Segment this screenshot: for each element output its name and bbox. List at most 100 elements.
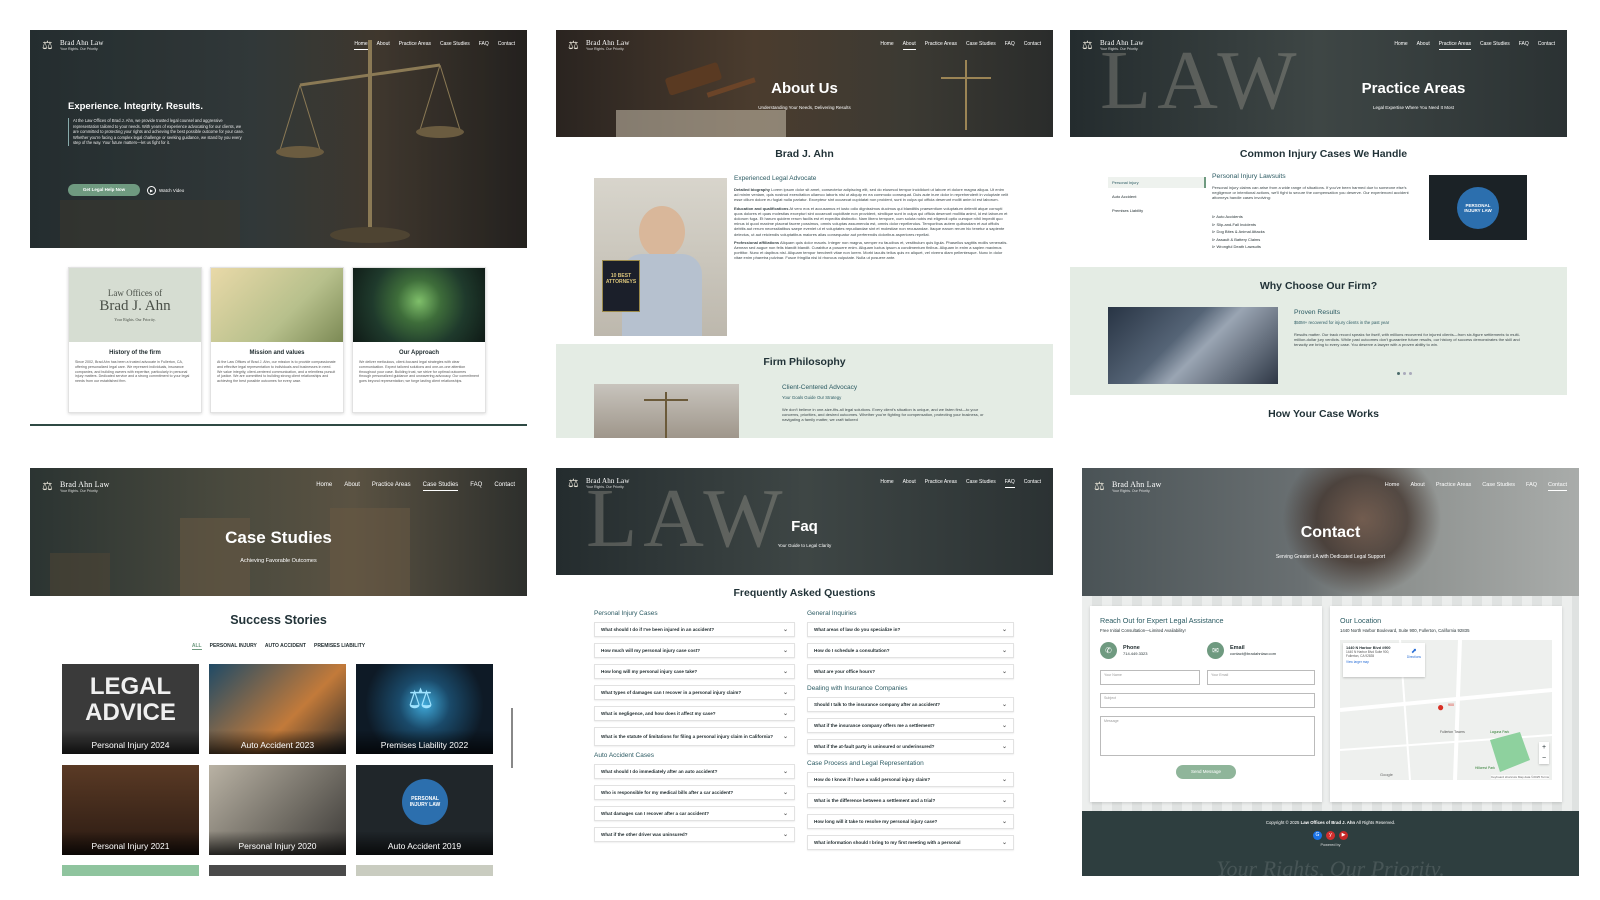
nav-about[interactable]: About <box>344 482 360 491</box>
location-map[interactable]: 1440 N Harbor Blvd #900 1440 N Harbor Bl… <box>1340 640 1552 780</box>
watch-video-button[interactable]: ▶ Watch Video <box>147 184 184 196</box>
case-tile-partial[interactable] <box>356 865 493 876</box>
faq-item[interactable]: What is the difference between a settlem… <box>807 793 1014 808</box>
get-legal-help-button[interactable]: Get Legal Help Now <box>68 184 140 196</box>
nav-case-studies[interactable]: Case Studies <box>422 482 459 491</box>
filter-personal-injury[interactable]: PERSONAL INJURY <box>210 643 257 650</box>
case-tile[interactable]: Personal Injury 2021 <box>62 765 199 855</box>
google-icon[interactable]: G <box>1313 831 1322 840</box>
filter-auto-accident[interactable]: AUTO ACCIDENT <box>265 643 306 650</box>
case-tile-partial[interactable] <box>62 865 199 876</box>
nav-case-studies[interactable]: Case Studies <box>1480 41 1510 50</box>
brand-logo[interactable]: ⚖ Brad Ahn Law Your Rights. Our Priority. <box>568 476 630 490</box>
faq-item[interactable]: Should I talk to the insurance company a… <box>807 697 1014 712</box>
brand-logo[interactable]: ⚖ Brad Ahn Law Your Rights. Our Priority. <box>1082 38 1144 52</box>
name-field[interactable]: Your Name <box>1100 670 1200 685</box>
nav-home[interactable]: Home <box>1385 482 1400 491</box>
map-pin-icon[interactable]: ● <box>1437 700 1444 714</box>
nav-about[interactable]: About <box>377 41 390 50</box>
nav-contact[interactable]: Contact <box>1024 41 1041 50</box>
case-tile[interactable]: Personal Injury 2020 <box>209 765 346 855</box>
nav-faq[interactable]: FAQ <box>1526 482 1537 491</box>
case-tile[interactable]: PERSONAL INJURY LAW Auto Accident 2019 <box>356 765 493 855</box>
subject-field[interactable]: Subject <box>1100 693 1315 708</box>
nav-practice-areas[interactable]: Practice Areas <box>1438 41 1471 50</box>
nav-practice-areas[interactable]: Practice Areas <box>925 41 957 50</box>
brand-logo[interactable]: ⚖ Brad Ahn Law Your Rights. Our Priority. <box>42 38 104 52</box>
chevron-down-icon: ⌄ <box>782 627 788 633</box>
nav-faq[interactable]: FAQ <box>1519 41 1529 50</box>
tab-auto-accident[interactable]: Auto Accident <box>1108 188 1206 205</box>
view-larger-map-link[interactable]: View larger map <box>1346 660 1422 664</box>
nav-faq[interactable]: FAQ <box>470 482 482 491</box>
zoom-in-icon[interactable]: + <box>1539 742 1549 753</box>
email-block[interactable]: ✉ Email contact@bradahnlaw.com <box>1207 642 1276 659</box>
nav-contact[interactable]: Contact <box>1024 479 1041 488</box>
phone-block[interactable]: ✆ Phone 714.449.3323 <box>1100 642 1147 659</box>
directions-link[interactable]: ⬈ Directions <box>1407 647 1421 659</box>
nav-case-studies[interactable]: Case Studies <box>1482 482 1515 491</box>
faq-item[interactable]: What information should I bring to my fi… <box>807 835 1014 850</box>
brand-logo[interactable]: ⚖ Brad Ahn Law Your Rights. Our Priority. <box>42 479 110 493</box>
youtube-icon[interactable]: ▶ <box>1339 831 1348 840</box>
scrollbar[interactable] <box>511 708 513 768</box>
nav-faq[interactable]: FAQ <box>1004 479 1015 488</box>
nav-about[interactable]: About <box>1417 41 1430 50</box>
nav-case-studies[interactable]: Case Studies <box>966 479 996 488</box>
nav-home[interactable]: Home <box>316 482 332 491</box>
message-field[interactable]: Message <box>1100 716 1315 756</box>
brand-logo[interactable]: ⚖ Brad Ahn Law Your Rights. Our Priority. <box>1094 479 1162 493</box>
nav-case-studies[interactable]: Case Studies <box>966 41 996 50</box>
nav-contact[interactable]: Contact <box>494 482 515 491</box>
faq-item[interactable]: What is the statute of limitations for f… <box>594 727 795 746</box>
carousel-dots[interactable] <box>1397 372 1412 375</box>
faq-item[interactable]: How long will my personal injury case ta… <box>594 664 795 679</box>
nav-contact[interactable]: Contact <box>1548 482 1567 491</box>
zoom-out-icon[interactable]: − <box>1539 753 1549 764</box>
case-tile[interactable]: ⚖ Premises Liability 2022 <box>356 664 493 754</box>
nav-contact[interactable]: Contact <box>498 41 515 50</box>
faq-item[interactable]: How much will my personal injury case co… <box>594 643 795 658</box>
nav-about[interactable]: About <box>902 41 916 50</box>
map-zoom-controls[interactable]: + − <box>1539 742 1549 764</box>
tab-premises-liability[interactable]: Premises Liability <box>1108 205 1206 216</box>
faq-item[interactable]: How do I schedule a consultation? ⌄ <box>807 643 1014 658</box>
send-message-button[interactable]: Send Message <box>1176 765 1236 779</box>
case-tile-partial[interactable] <box>209 865 346 876</box>
faq-item[interactable]: What is negligence, and how does it affe… <box>594 706 795 721</box>
brand-logo[interactable]: ⚖ Brad Ahn Law Your Rights. Our Priority. <box>568 38 630 52</box>
nav-home[interactable]: Home <box>1394 41 1407 50</box>
nav-about[interactable]: About <box>903 479 916 488</box>
nav-faq[interactable]: FAQ <box>1005 41 1015 50</box>
nav-about[interactable]: About <box>1410 482 1424 491</box>
nav-contact[interactable]: Contact <box>1538 41 1555 50</box>
nav-faq[interactable]: FAQ <box>479 41 489 50</box>
nav-practice-areas[interactable]: Practice Areas <box>399 41 431 50</box>
faq-item[interactable]: How long will it take to resolve my pers… <box>807 814 1014 829</box>
filter-all[interactable]: ALL <box>191 643 202 650</box>
nav-home[interactable]: Home <box>880 479 893 488</box>
faq-item[interactable]: What are your office hours? ⌄ <box>807 664 1014 679</box>
faq-item[interactable]: What damages can I recover after a car a… <box>594 806 795 821</box>
nav-practice-areas[interactable]: Practice Areas <box>372 482 411 491</box>
email-field[interactable]: Your Email <box>1207 670 1315 685</box>
case-tile[interactable]: Auto Accident 2023 <box>209 664 346 754</box>
case-tile[interactable]: LEGAL ADVICE Personal Injury 2024 <box>62 664 199 754</box>
filter-premises-liability[interactable]: PREMISES LIABILITY <box>314 643 365 650</box>
faq-item[interactable]: What if the at-fault party is uninsured … <box>807 739 1014 754</box>
tab-personal-injury[interactable]: Personal Injury <box>1108 177 1206 188</box>
nav-case-studies[interactable]: Case Studies <box>440 41 470 50</box>
nav-practice-areas[interactable]: Practice Areas <box>925 479 957 488</box>
faq-item[interactable]: What should I do if I've been injured in… <box>594 622 795 637</box>
faq-item[interactable]: What should I do immediately after an au… <box>594 764 795 779</box>
faq-item[interactable]: What if the insurance company offers me … <box>807 718 1014 733</box>
faq-item[interactable]: What areas of law do you specialize in? ⌄ <box>807 622 1014 637</box>
faq-item[interactable]: What types of damages can I recover in a… <box>594 685 795 700</box>
faq-item[interactable]: What if the other driver was uninsured? ⌄ <box>594 827 795 842</box>
faq-item[interactable]: Who is responsible for my medical bills … <box>594 785 795 800</box>
nav-practice-areas[interactable]: Practice Areas <box>1436 482 1471 491</box>
nav-home[interactable]: Home <box>880 41 893 50</box>
yelp-icon[interactable]: y <box>1326 831 1335 840</box>
faq-item[interactable]: How do I know if I have a valid personal… <box>807 772 1014 787</box>
nav-home[interactable]: Home <box>354 41 368 50</box>
